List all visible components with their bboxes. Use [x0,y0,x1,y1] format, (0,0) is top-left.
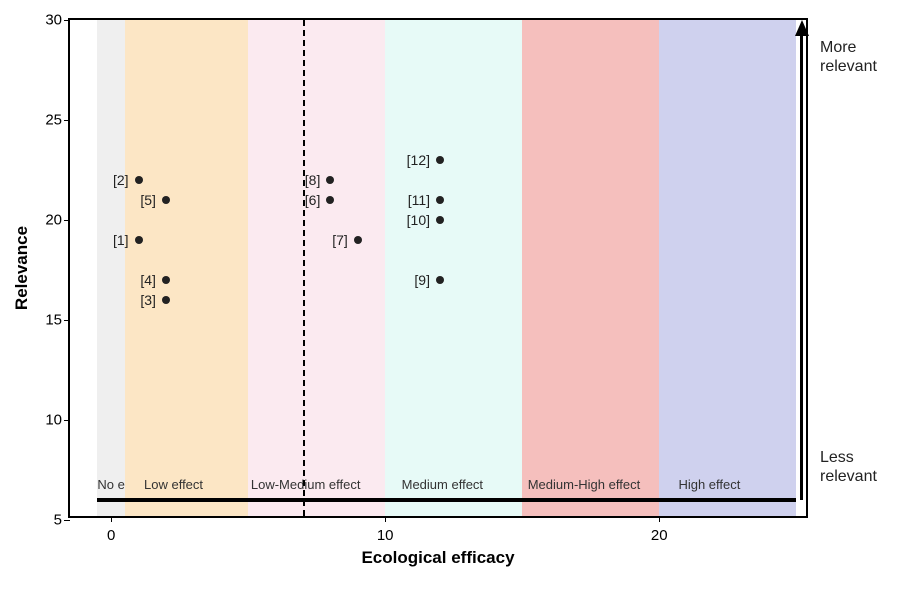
data-point [162,196,170,204]
data-point-label: [3] [140,292,160,308]
y-tick [64,420,70,421]
efficacy-band [659,20,796,516]
data-point [135,176,143,184]
plot-area: Ecological efficacy Relevance No effectL… [68,18,808,518]
data-point-label: [4] [140,272,160,288]
data-point [135,236,143,244]
x-tick-label: 10 [377,527,394,544]
efficacy-band [248,20,385,516]
data-point-label: [5] [140,192,160,208]
band-label: High effect [678,477,740,492]
efficacy-band [125,20,248,516]
x-tick-label: 0 [107,527,115,544]
annotation-less-relevant: Less relevant [820,448,877,486]
band-label: Low effect [144,477,203,492]
efficacy-band [97,20,124,516]
data-point [436,156,444,164]
data-point-label: [9] [414,272,434,288]
y-axis-label: Relevance [12,226,32,310]
y-tick [64,320,70,321]
y-tick [64,120,70,121]
annotation-more-relevant: More relevant [820,38,877,76]
data-point [436,276,444,284]
data-point [162,276,170,284]
x-tick [385,516,386,522]
y-tick [64,20,70,21]
y-tick [64,220,70,221]
data-point [162,296,170,304]
band-label: Low-Medium effect [251,477,361,492]
band-label: Medium effect [402,477,483,492]
data-point-label: [1] [113,232,133,248]
y-tick-label: 20 [34,212,62,229]
data-point-label: [12] [407,152,434,168]
chart-container: Ecological efficacy Relevance No effectL… [10,10,890,580]
efficacy-band [522,20,659,516]
y-tick [64,520,70,521]
x-tick [659,516,660,522]
data-point [326,196,334,204]
y-tick-label: 15 [34,312,62,329]
x-tick [111,516,112,522]
x-tick-label: 20 [651,527,668,544]
data-point-label: [8] [305,172,325,188]
y-tick-label: 10 [34,412,62,429]
data-point-label: [10] [407,212,434,228]
data-point [436,196,444,204]
data-point-label: [7] [332,232,352,248]
arrow-head-icon [795,20,809,36]
data-point-label: [2] [113,172,133,188]
data-point-label: [11] [408,192,434,208]
x-axis-label: Ecological efficacy [361,548,514,568]
relevance-arrow [800,34,803,500]
data-point [436,216,444,224]
data-point [326,176,334,184]
baseline [97,498,796,502]
y-tick-label: 5 [34,512,62,529]
data-point-label: [6] [305,192,325,208]
y-tick-label: 25 [34,112,62,129]
vertical-threshold-line [303,20,305,516]
data-point [354,236,362,244]
y-tick-label: 30 [34,12,62,29]
band-label: Medium-High effect [528,477,640,492]
efficacy-band [385,20,522,516]
